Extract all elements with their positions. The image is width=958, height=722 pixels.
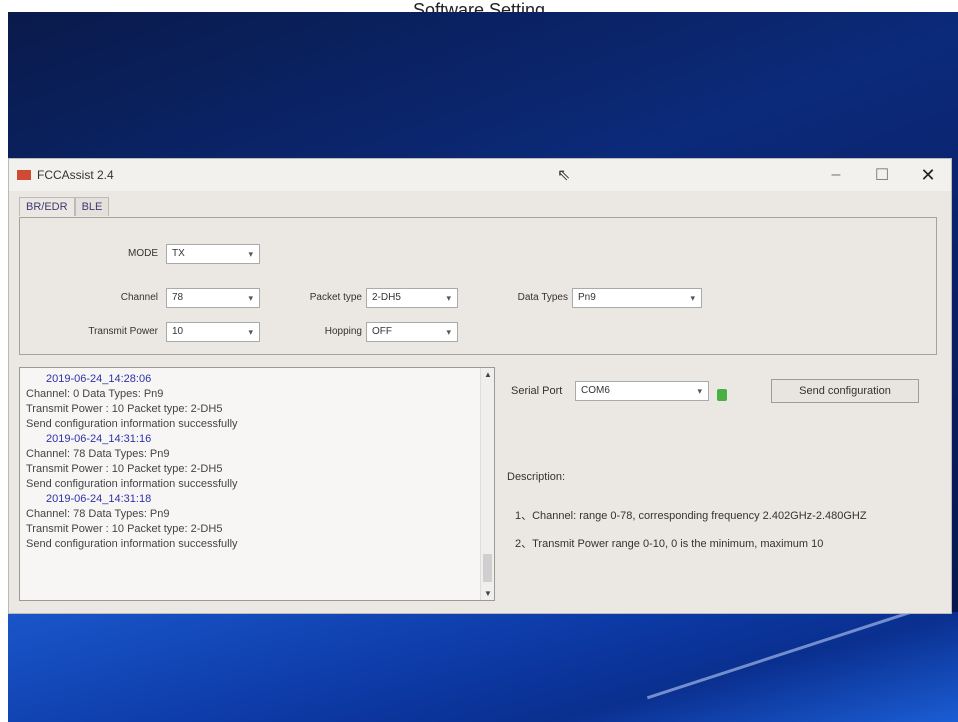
serial-port-select[interactable]: COM6 ▾ <box>575 381 709 401</box>
hopping-value: OFF <box>372 326 392 337</box>
packet-type-select[interactable]: 2-DH5 ▾ <box>366 288 458 308</box>
hopping-label: Hopping <box>324 326 362 337</box>
transmit-power-value: 10 <box>172 326 184 337</box>
mouse-cursor-icon: ⇖ <box>557 167 571 184</box>
log-timestamp: 2019-06-24_14:31:16 <box>46 433 152 445</box>
scroll-up-icon[interactable]: ▲ <box>484 370 492 379</box>
serial-port-label: Serial Port <box>511 385 563 397</box>
send-configuration-button[interactable]: Send configuration <box>771 379 919 403</box>
transmit-power-select[interactable]: 10 ▾ <box>166 322 260 342</box>
mode-select[interactable]: TX ▾ <box>166 244 260 264</box>
channel-select[interactable]: 78 ▾ <box>166 288 260 308</box>
log-line: Send configuration information successfu… <box>26 418 238 430</box>
chevron-down-icon: ▾ <box>446 293 451 303</box>
packet-type-label: Packet type <box>309 292 362 303</box>
maximize-button[interactable]: ☐ <box>859 159 905 191</box>
description-item: 2、Transmit Power range 0-10, 0 is the mi… <box>515 538 824 550</box>
tab-bar: BR/EDR BLE <box>19 197 110 216</box>
description-title: Description: <box>507 471 566 483</box>
minimize-button[interactable]: – <box>813 159 859 191</box>
log-scrollbar[interactable]: ▲ ▼ <box>480 368 494 600</box>
log-line: Channel: 78 Data Types: Pn9 <box>26 448 170 460</box>
chevron-down-icon: ▾ <box>446 327 451 337</box>
log-line: Transmit Power : 10 Packet type: 2-DH5 <box>26 523 223 535</box>
data-types-value: Pn9 <box>578 292 596 303</box>
log-lines: 2019-06-24_14:28:06 Channel: 0 Data Types… <box>26 372 488 552</box>
log-timestamp: 2019-06-24_14:31:18 <box>46 493 152 505</box>
channel-value: 78 <box>172 292 184 303</box>
log-line: Channel: 78 Data Types: Pn9 <box>26 508 170 520</box>
chevron-down-icon: ▾ <box>690 293 695 303</box>
tab-br-edr[interactable]: BR/EDR <box>19 197 75 216</box>
packet-type-value: 2-DH5 <box>372 292 401 303</box>
log-line: Transmit Power : 10 Packet type: 2-DH5 <box>26 403 223 415</box>
log-line: Channel: 0 Data Types: Pn9 <box>26 388 164 400</box>
app-window: FCCAssist 2.4 ⇖ – ☐ ✕ BR/EDR BLE MODE TX… <box>8 158 952 614</box>
log-timestamp: 2019-06-24_14:28:06 <box>46 373 152 385</box>
description-item: 1、Channel: range 0-78, corresponding fre… <box>515 510 867 522</box>
title-bar[interactable]: FCCAssist 2.4 ⇖ – ☐ ✕ <box>9 159 951 191</box>
transmit-power-label: Transmit Power <box>88 326 158 337</box>
window-title: FCCAssist 2.4 <box>37 168 114 182</box>
mode-value: TX <box>172 248 185 259</box>
chevron-down-icon: ▾ <box>248 249 253 259</box>
status-led-icon <box>717 389 727 401</box>
log-line: Transmit Power : 10 Packet type: 2-DH5 <box>26 463 223 475</box>
close-button[interactable]: ✕ <box>905 159 951 191</box>
scroll-thumb[interactable] <box>483 554 492 582</box>
serial-port-value: COM6 <box>581 385 610 396</box>
config-panel: MODE TX ▾ Channel 78 ▾ Transmit Power 10… <box>19 217 937 355</box>
log-output[interactable]: 2019-06-24_14:28:06 Channel: 0 Data Types… <box>19 367 495 601</box>
scroll-down-icon[interactable]: ▼ <box>484 589 492 598</box>
chevron-down-icon: ▾ <box>248 293 253 303</box>
log-line: Send configuration information successfu… <box>26 478 238 490</box>
tab-ble[interactable]: BLE <box>74 197 110 216</box>
chevron-down-icon: ▾ <box>697 386 702 396</box>
app-icon <box>17 170 31 180</box>
data-types-select[interactable]: Pn9 ▾ <box>572 288 702 308</box>
hopping-select[interactable]: OFF ▾ <box>366 322 458 342</box>
log-line: Send configuration information successfu… <box>26 538 238 550</box>
mode-label: MODE <box>128 248 158 259</box>
chevron-down-icon: ▾ <box>248 327 253 337</box>
channel-label: Channel <box>120 292 158 303</box>
desktop-background-lower <box>8 612 958 722</box>
data-types-label: Data Types <box>517 292 568 303</box>
